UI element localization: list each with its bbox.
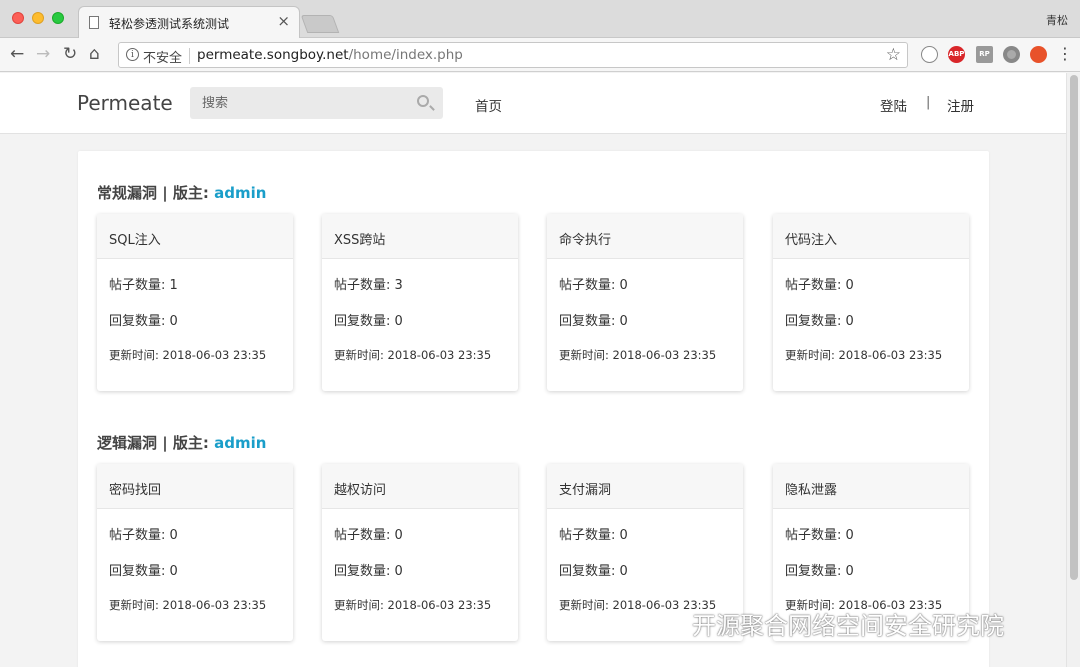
- board-card[interactable]: 代码注入 帖子数量: 0 回复数量: 0 更新时间: 2018-06-03 23…: [773, 214, 969, 391]
- reply-count: 回复数量: 0: [559, 314, 628, 329]
- board-name[interactable]: 代码注入: [773, 214, 969, 259]
- section-title: 常规漏洞 | 版主: admin: [97, 182, 266, 203]
- new-tab-button[interactable]: [300, 15, 340, 33]
- post-count: 帖子数量: 0: [559, 278, 628, 293]
- reply-count: 回复数量: 0: [109, 564, 178, 579]
- board-name[interactable]: 越权访问: [322, 464, 518, 509]
- reload-icon[interactable]: ↻: [63, 44, 77, 64]
- scroll-thumb[interactable]: [1070, 75, 1078, 580]
- watermark: 开源聚合网络空间安全研究院: [652, 606, 1004, 641]
- login-link[interactable]: 登陆: [880, 95, 907, 115]
- post-count: 帖子数量: 0: [109, 528, 178, 543]
- profile-name[interactable]: 青松: [1046, 12, 1068, 28]
- browser-tab-bar: 轻松参透测试系统测试 × 青松: [0, 0, 1080, 39]
- tab-close-icon[interactable]: ×: [277, 12, 290, 30]
- adblock-icon[interactable]: ABP: [948, 46, 965, 63]
- reply-count: 回复数量: 0: [334, 314, 403, 329]
- moderator-link[interactable]: admin: [214, 434, 266, 452]
- board-card[interactable]: 命令执行 帖子数量: 0 回复数量: 0 更新时间: 2018-06-03 23…: [547, 214, 743, 391]
- page-icon: [89, 16, 99, 29]
- browser-menu-icon[interactable]: ⋮: [1057, 44, 1073, 64]
- url-separator: [189, 48, 190, 64]
- section-title: 逻辑漏洞 | 版主: admin: [97, 432, 266, 453]
- section-name: 常规漏洞 | 版主:: [97, 184, 215, 202]
- update-time: 更新时间: 2018-06-03 23:35: [559, 348, 717, 362]
- browser-toolbar: ← → ↻ ⌂ i 不安全 permeate.songboy.net/home/…: [0, 38, 1080, 72]
- update-time: 更新时间: 2018-06-03 23:35: [334, 348, 492, 362]
- post-count: 帖子数量: 3: [334, 278, 403, 293]
- board-name[interactable]: 支付漏洞: [547, 464, 743, 509]
- reply-count: 回复数量: 0: [109, 314, 178, 329]
- update-time: 更新时间: 2018-06-03 23:35: [785, 348, 943, 362]
- vertical-scrollbar[interactable]: [1066, 73, 1080, 667]
- update-time: 更新时间: 2018-06-03 23:35: [334, 598, 492, 612]
- post-count: 帖子数量: 0: [785, 528, 854, 543]
- reply-count: 回复数量: 0: [559, 564, 628, 579]
- info-icon[interactable]: i: [126, 48, 139, 61]
- address-bar[interactable]: i 不安全 permeate.songboy.net/home/index.ph…: [118, 42, 908, 68]
- update-time: 更新时间: 2018-06-03 23:35: [109, 598, 267, 612]
- reply-count: 回复数量: 0: [785, 314, 854, 329]
- board-card[interactable]: XSS跨站 帖子数量: 3 回复数量: 0 更新时间: 2018-06-03 2…: [322, 214, 518, 391]
- site-header: Permeate 首页 登陆 | 注册: [0, 73, 1066, 134]
- update-time: 更新时间: 2018-06-03 23:35: [109, 348, 267, 362]
- nav-home-link[interactable]: 首页: [475, 95, 502, 115]
- site-brand[interactable]: Permeate: [77, 91, 173, 115]
- register-link[interactable]: 注册: [947, 95, 974, 115]
- url-host: permeate.songboy.net: [197, 47, 349, 63]
- section-name: 逻辑漏洞 | 版主:: [97, 434, 215, 452]
- board-name[interactable]: SQL注入: [97, 214, 293, 259]
- insecure-label[interactable]: 不安全: [143, 47, 182, 66]
- minimize-window-button[interactable]: [32, 12, 44, 24]
- post-count: 帖子数量: 0: [785, 278, 854, 293]
- wechat-icon: [653, 617, 684, 637]
- board-name[interactable]: 隐私泄露: [773, 464, 969, 509]
- close-window-button[interactable]: [12, 12, 24, 24]
- red-extension-icon[interactable]: [1030, 46, 1047, 63]
- board-card[interactable]: 越权访问 帖子数量: 0 回复数量: 0 更新时间: 2018-06-03 23…: [322, 464, 518, 641]
- board-name[interactable]: 命令执行: [547, 214, 743, 259]
- board-name[interactable]: XSS跨站: [322, 214, 518, 259]
- post-count: 帖子数量: 0: [334, 528, 403, 543]
- browser-tab[interactable]: 轻松参透测试系统测试 ×: [78, 6, 300, 39]
- extension-icon[interactable]: [921, 46, 938, 63]
- tab-title: 轻松参透测试系统测试: [109, 17, 230, 31]
- post-count: 帖子数量: 1: [109, 278, 178, 293]
- web-page: Permeate 首页 登陆 | 注册 常规漏洞 | 版主: admin SQL…: [0, 73, 1066, 667]
- reply-count: 回复数量: 0: [334, 564, 403, 579]
- forward-arrow-icon[interactable]: →: [36, 44, 50, 64]
- board-name[interactable]: 密码找回: [97, 464, 293, 509]
- home-icon[interactable]: ⌂: [89, 44, 100, 64]
- bookmark-star-icon[interactable]: ☆: [886, 45, 901, 65]
- zoom-window-button[interactable]: [52, 12, 64, 24]
- moderator-link[interactable]: admin: [214, 184, 266, 202]
- search-icon[interactable]: [417, 95, 429, 107]
- url-text[interactable]: permeate.songboy.net/home/index.php: [197, 47, 463, 63]
- board-card[interactable]: 密码找回 帖子数量: 0 回复数量: 0 更新时间: 2018-06-03 23…: [97, 464, 293, 641]
- url-path: /home/index.php: [348, 47, 463, 63]
- board-card[interactable]: SQL注入 帖子数量: 1 回复数量: 0 更新时间: 2018-06-03 2…: [97, 214, 293, 391]
- search-input[interactable]: [202, 93, 402, 113]
- circle-extension-icon[interactable]: [1003, 46, 1020, 63]
- watermark-text: 开源聚合网络空间安全研究院: [692, 612, 1004, 640]
- post-count: 帖子数量: 0: [559, 528, 628, 543]
- search-box[interactable]: [190, 87, 443, 119]
- forum-panel: 常规漏洞 | 版主: admin SQL注入 帖子数量: 1 回复数量: 0 更…: [78, 151, 989, 667]
- reply-count: 回复数量: 0: [785, 564, 854, 579]
- back-arrow-icon[interactable]: ←: [10, 44, 24, 64]
- rp-extension-icon[interactable]: RP: [976, 46, 993, 63]
- nav-divider: |: [926, 95, 931, 110]
